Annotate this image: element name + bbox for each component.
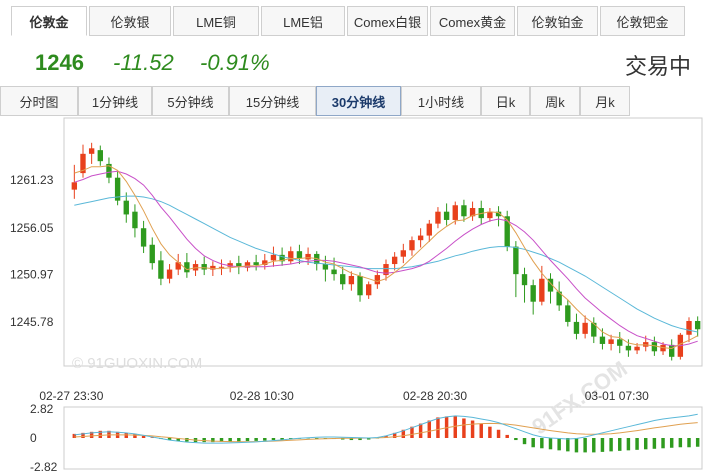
- candle-body: [132, 211, 138, 229]
- period-tab-0[interactable]: 分时图: [0, 86, 78, 116]
- instrument-tab-2[interactable]: LME铜: [173, 6, 259, 36]
- candle-body: [88, 148, 95, 154]
- candle-body: [322, 264, 329, 270]
- candle-body: [270, 254, 277, 261]
- candle-body: [452, 205, 458, 220]
- candle-body: [366, 284, 372, 296]
- candle-body: [669, 344, 675, 357]
- candle-body: [409, 240, 415, 251]
- instrument-tab-1[interactable]: 伦敦银: [89, 6, 171, 36]
- last-price: 1246: [35, 50, 84, 75]
- instrument-tab-6[interactable]: 伦敦铂金: [517, 6, 598, 36]
- candle-body: [374, 275, 381, 285]
- macd-y-tick-label: 2.82: [30, 402, 54, 416]
- x-tick-label: 02-28 20:30: [403, 389, 467, 403]
- candle-body: [513, 246, 519, 275]
- instrument-tabs: 伦敦金 伦敦银 LME铜 LME铝 Comex白银 Comex黄金 伦敦铂金 伦敦钯金: [0, 0, 705, 41]
- quote-header: 1246 -11.52 -0.91% 交易中: [0, 41, 705, 85]
- candle-body: [617, 339, 623, 346]
- candle-body: [634, 346, 640, 351]
- candle-body: [608, 339, 614, 344]
- kline-chart[interactable]: © 91GUOXIN.COM 91FX.COM1261.231256.051250…: [0, 116, 705, 471]
- trading-status: 交易中: [624, 54, 691, 79]
- instrument-tab-4[interactable]: Comex白银: [347, 6, 428, 36]
- y-tick-label: 1256.05: [10, 221, 54, 235]
- candle-body: [97, 150, 103, 162]
- candle-body: [435, 211, 441, 224]
- candle-body: [218, 266, 225, 268]
- instrument-tab-3[interactable]: LME铝: [261, 6, 345, 36]
- price-change: -11.52: [113, 50, 174, 75]
- y-tick-label: 1261.23: [10, 173, 54, 187]
- candle-body: [340, 274, 346, 285]
- candle-body: [539, 278, 545, 302]
- instrument-tab-0[interactable]: 伦敦金: [11, 6, 87, 36]
- period-tab-5[interactable]: 1小时线: [401, 86, 481, 116]
- candle-body: [487, 211, 493, 219]
- period-tab-3[interactable]: 15分钟线: [229, 86, 316, 116]
- candle-body: [201, 264, 207, 270]
- candle-body: [461, 205, 467, 217]
- y-tick-label: 1250.97: [10, 267, 54, 281]
- candle-body: [573, 321, 580, 334]
- instrument-tab-7[interactable]: 伦敦钯金: [600, 6, 685, 36]
- candle-body: [694, 320, 701, 330]
- price-change-percent: -0.91%: [200, 50, 270, 75]
- candle-body: [253, 262, 259, 265]
- candle-body: [166, 269, 173, 279]
- candle-body: [140, 228, 147, 247]
- ma10-line: [74, 170, 698, 347]
- y-tick-label: 1245.78: [10, 315, 54, 329]
- period-tab-6[interactable]: 日k: [481, 86, 530, 116]
- candle-body: [149, 244, 155, 264]
- x-tick-label: 02-28 10:30: [230, 389, 294, 403]
- candle-body: [305, 253, 311, 260]
- period-tab-8[interactable]: 月k: [580, 86, 630, 116]
- candle-body: [184, 262, 190, 273]
- candle-body: [288, 251, 294, 262]
- candle-body: [443, 211, 450, 220]
- candle-body: [348, 275, 355, 285]
- macd-dif-line: [74, 413, 698, 444]
- candle-body: [521, 274, 528, 286]
- candle-body: [158, 260, 164, 279]
- period-tab-4[interactable]: 30分钟线: [316, 86, 401, 116]
- period-tab-2[interactable]: 5分钟线: [152, 86, 229, 116]
- candle-body: [123, 200, 129, 215]
- instrument-tab-5[interactable]: Comex黄金: [430, 6, 515, 36]
- candle-body: [400, 250, 406, 257]
- candle-body: [582, 322, 588, 334]
- period-tabs: 分时图 1分钟线 5分钟线 15分钟线 30分钟线 1小时线 日k 周k 月k: [0, 86, 705, 116]
- x-tick-label: 02-27 23:30: [39, 389, 103, 403]
- candle-body: [331, 269, 337, 275]
- candle-body: [426, 223, 432, 236]
- watermark-left: © 91GUOXIN.COM: [72, 355, 202, 372]
- macd-y-tick-label: -2.82: [30, 460, 58, 471]
- candle-body: [530, 285, 536, 302]
- ma5-line: [74, 165, 698, 350]
- candle-body: [565, 305, 571, 322]
- period-tab-1[interactable]: 1分钟线: [78, 86, 152, 116]
- macd-y-tick-label: 0: [30, 431, 37, 445]
- period-tab-7[interactable]: 周k: [530, 86, 580, 116]
- candle-body: [686, 320, 692, 335]
- candle-body: [417, 235, 424, 241]
- candle-body: [391, 256, 398, 265]
- candle-body: [651, 342, 658, 352]
- candle-body: [357, 275, 363, 296]
- candle-body: [71, 182, 78, 190]
- candle-body: [599, 336, 606, 344]
- candle-body: [625, 345, 632, 351]
- x-tick-label: 03-01 07:30: [585, 389, 649, 403]
- candle-body: [296, 251, 303, 259]
